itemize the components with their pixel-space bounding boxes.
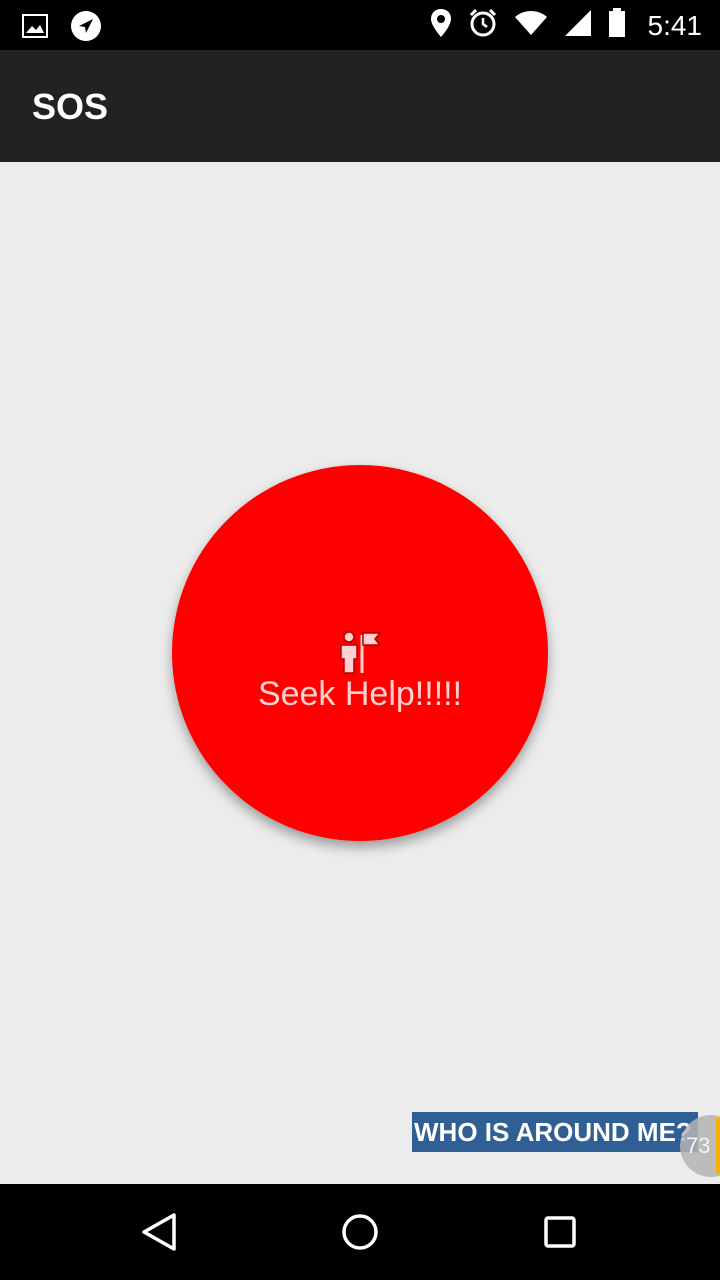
person-flag-icon (336, 629, 384, 677)
alarm-icon (468, 8, 498, 43)
gallery-icon (22, 14, 48, 43)
badge-accent (716, 1118, 720, 1174)
page-title: SOS (32, 86, 109, 127)
who-is-around-me-button[interactable]: WHO IS AROUND ME? (412, 1112, 698, 1152)
home-icon[interactable] (338, 1210, 382, 1254)
signal-icon (564, 9, 592, 42)
battery-icon (608, 8, 626, 43)
seek-help-label: Seek Help!!!!! (257, 675, 463, 713)
status-time: 5:41 (647, 9, 703, 41)
recents-icon[interactable] (538, 1210, 582, 1254)
app-bar: SOS (0, 50, 720, 162)
wifi-icon (514, 10, 548, 41)
location-icon (430, 8, 452, 43)
main-content: Seek Help!!!!! WHO IS AROUND ME? 73 (0, 162, 720, 1184)
seek-help-button[interactable]: Seek Help!!!!! (172, 465, 548, 841)
status-bar: 5:41 (0, 0, 720, 50)
back-icon[interactable] (138, 1210, 182, 1254)
navigation-bar (0, 1184, 720, 1280)
navigation-icon (70, 10, 102, 47)
